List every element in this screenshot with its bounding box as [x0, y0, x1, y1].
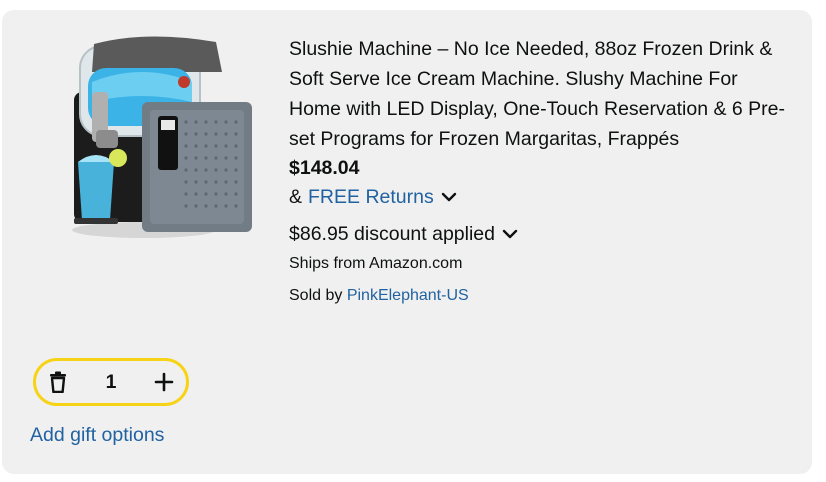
trash-icon: [50, 371, 66, 393]
sold-by-prefix: Sold by: [289, 287, 343, 304]
free-returns-link[interactable]: FREE Returns: [308, 182, 434, 212]
sold-by-row: Sold by PinkElephant-US: [289, 285, 794, 307]
discount-row: $86.95 discount applied: [289, 219, 794, 249]
quantity-value: 1: [105, 370, 117, 393]
chevron-down-icon[interactable]: [501, 227, 519, 241]
add-gift-options-link[interactable]: Add gift options: [30, 424, 164, 447]
delete-button[interactable]: [36, 361, 80, 403]
product-image[interactable]: [46, 32, 260, 250]
quantity-stepper: 1: [33, 358, 189, 406]
chevron-down-icon[interactable]: [440, 190, 458, 204]
cart-item-card: Slushie Machine – No Ice Needed, 88oz Fr…: [2, 10, 812, 474]
increment-button[interactable]: [142, 361, 186, 403]
plus-icon: [154, 372, 174, 392]
slushie-machine-image: [72, 36, 252, 238]
returns-prefix: &: [289, 186, 303, 208]
discount-text: $86.95 discount applied: [289, 223, 495, 245]
product-title[interactable]: Slushie Machine – No Ice Needed, 88oz Fr…: [289, 34, 794, 154]
product-details: Slushie Machine – No Ice Needed, 88oz Fr…: [289, 34, 794, 307]
product-price: $148.04: [289, 157, 360, 179]
ships-from: Ships from Amazon.com: [289, 255, 463, 272]
seller-link[interactable]: PinkElephant-US: [347, 287, 469, 304]
returns-row: & FREE Returns: [289, 182, 794, 212]
